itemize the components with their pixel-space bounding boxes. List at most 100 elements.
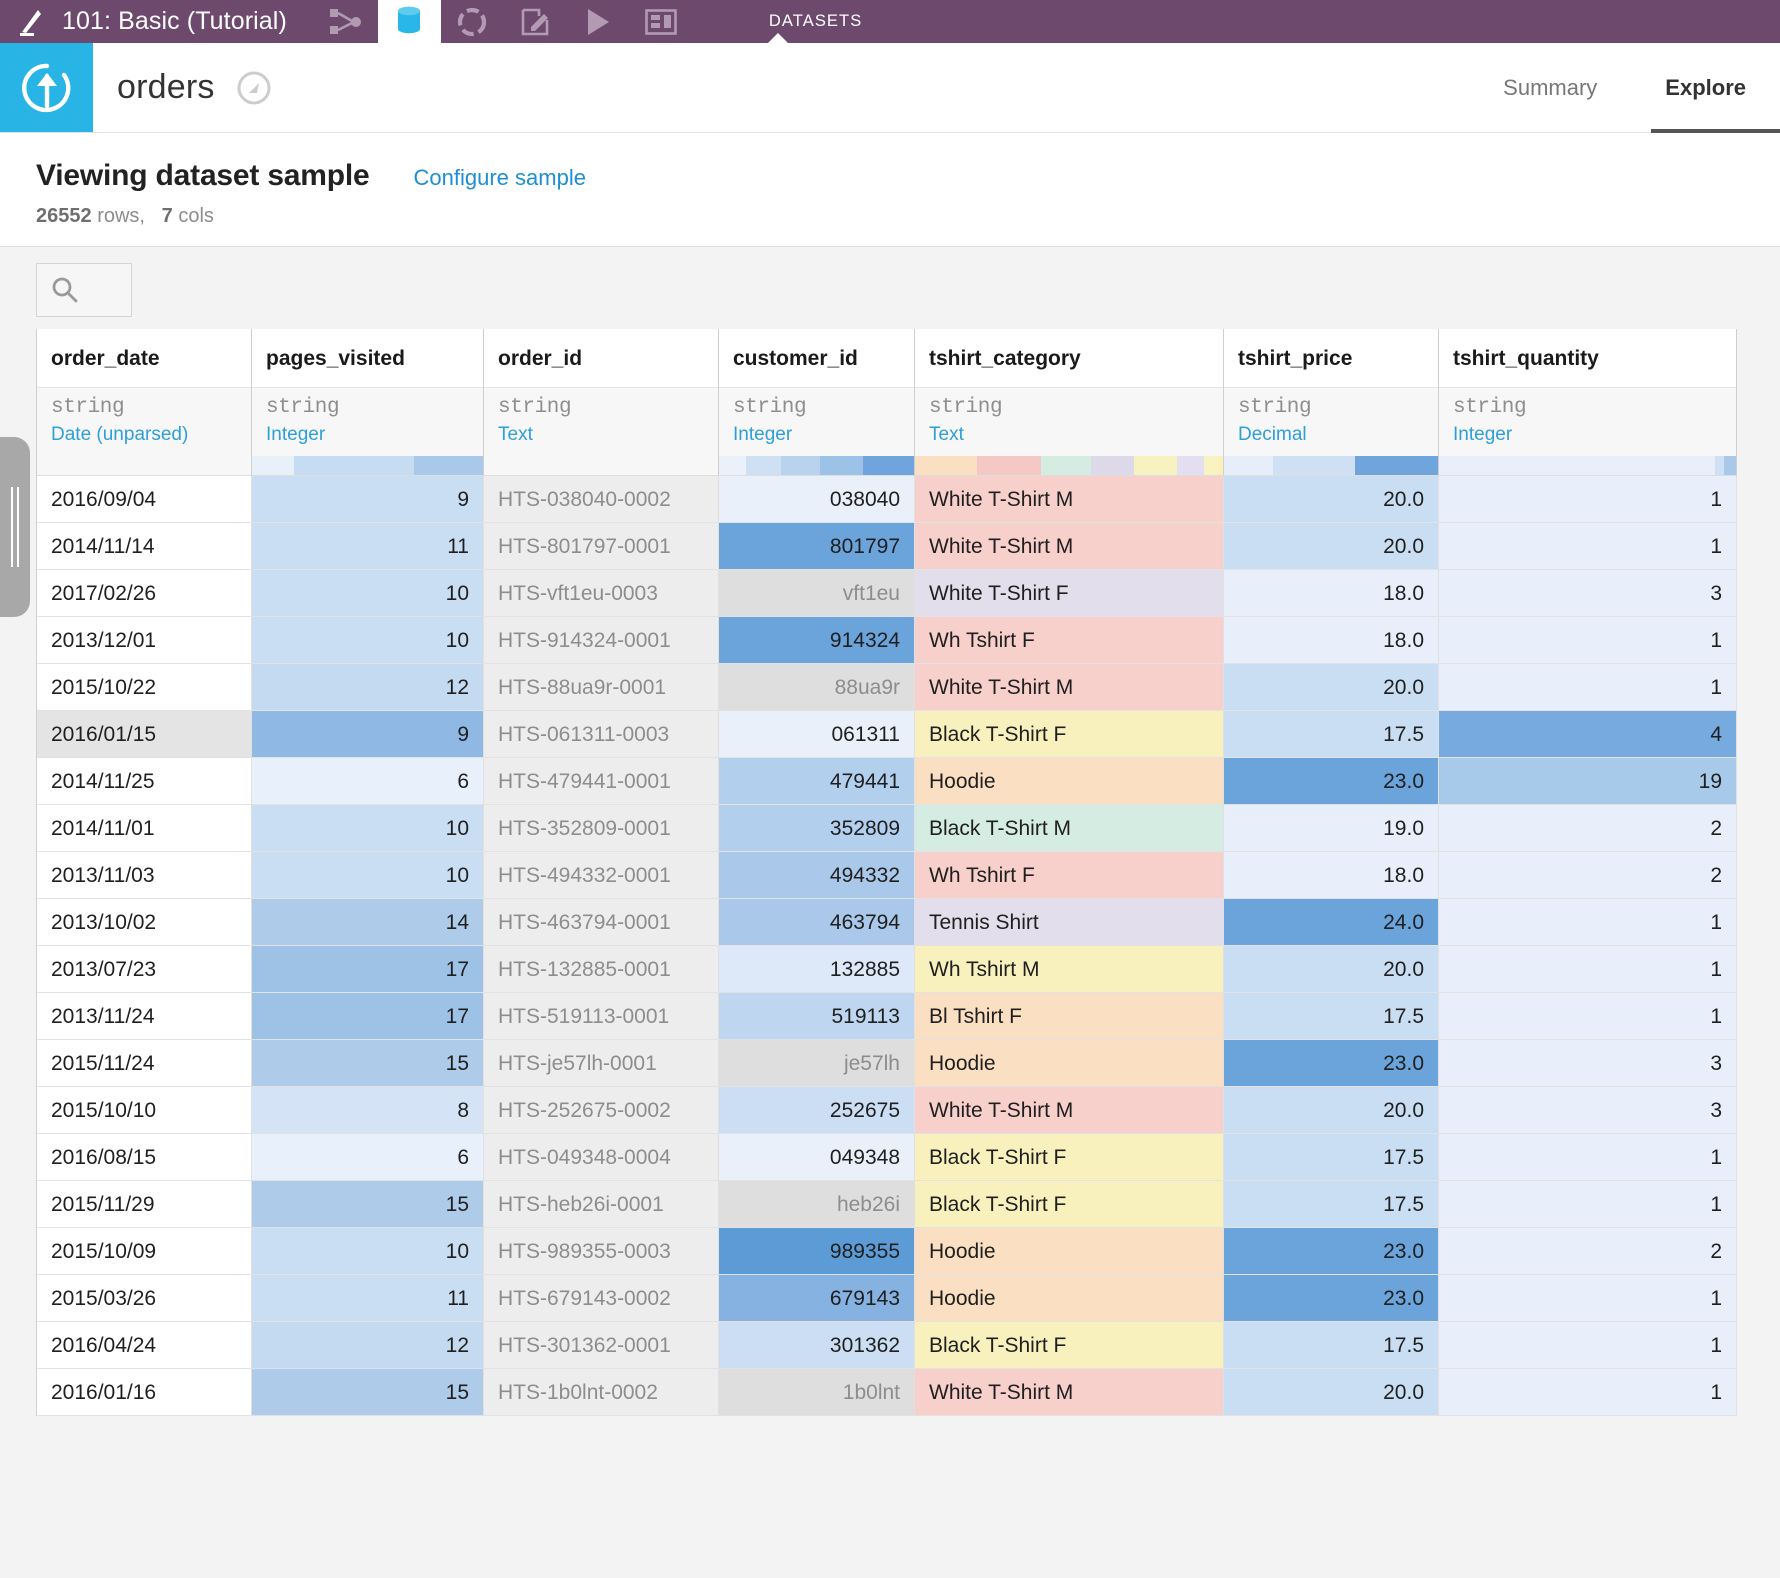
column-header-tshirt_quantity[interactable]: tshirt_quantity string Integer bbox=[1439, 329, 1737, 456]
cell-customer_id[interactable]: je57lh bbox=[719, 1040, 915, 1087]
cell-pages_visited[interactable]: 9 bbox=[252, 476, 484, 523]
table-row[interactable]: 2014/11/01 10 HTS-352809-0001 352809 Black T… bbox=[37, 805, 1742, 852]
cell-tshirt_category[interactable]: Black T-Shirt M bbox=[915, 805, 1224, 852]
cell-order_id[interactable]: HTS-679143-0002 bbox=[484, 1275, 719, 1322]
table-row[interactable]: 2016/04/24 12 HTS-301362-0001 301362 Black T… bbox=[37, 1322, 1742, 1369]
cell-tshirt_price[interactable]: 20.0 bbox=[1224, 1369, 1439, 1416]
cell-tshirt_quantity[interactable]: 1 bbox=[1439, 664, 1737, 711]
cell-pages_visited[interactable]: 15 bbox=[252, 1181, 484, 1228]
cell-tshirt_category[interactable]: White T-Shirt M bbox=[915, 523, 1224, 570]
column-header-order_id[interactable]: order_id string Text bbox=[484, 329, 719, 456]
column-meaning[interactable]: Integer bbox=[266, 424, 483, 446]
dataiku-logo-icon[interactable] bbox=[0, 0, 62, 43]
cell-tshirt_category[interactable]: White T-Shirt M bbox=[915, 1369, 1224, 1416]
cell-customer_id[interactable]: 801797 bbox=[719, 523, 915, 570]
column-meaning[interactable]: Integer bbox=[733, 424, 914, 446]
cell-order_id[interactable]: HTS-1b0lnt-0002 bbox=[484, 1369, 719, 1416]
project-name[interactable]: 101: Basic (Tutorial) bbox=[62, 0, 315, 43]
column-meaning[interactable]: Text bbox=[498, 424, 718, 446]
cell-tshirt_quantity[interactable]: 1 bbox=[1439, 1322, 1737, 1369]
cell-order_date[interactable]: 2015/11/29 bbox=[37, 1181, 252, 1228]
cell-order_id[interactable]: HTS-252675-0002 bbox=[484, 1087, 719, 1134]
cell-order_date[interactable]: 2015/10/22 bbox=[37, 664, 252, 711]
cell-customer_id[interactable]: 989355 bbox=[719, 1228, 915, 1275]
cell-order_date[interactable]: 2014/11/25 bbox=[37, 758, 252, 805]
cell-customer_id[interactable]: 061311 bbox=[719, 711, 915, 758]
cell-order_date[interactable]: 2013/07/23 bbox=[37, 946, 252, 993]
cell-tshirt_price[interactable]: 20.0 bbox=[1224, 523, 1439, 570]
cell-customer_id[interactable]: 049348 bbox=[719, 1134, 915, 1181]
cell-customer_id[interactable]: 914324 bbox=[719, 617, 915, 664]
column-header-order_date[interactable]: order_date string Date (unparsed) bbox=[37, 329, 252, 456]
cell-order_id[interactable]: HTS-519113-0001 bbox=[484, 993, 719, 1040]
cell-customer_id[interactable]: 88ua9r bbox=[719, 664, 915, 711]
play-triangle-icon[interactable] bbox=[567, 0, 630, 43]
search-input[interactable] bbox=[36, 263, 132, 317]
cell-tshirt_price[interactable]: 20.0 bbox=[1224, 664, 1439, 711]
cell-order_date[interactable]: 2013/11/03 bbox=[37, 852, 252, 899]
cell-order_date[interactable]: 2014/11/14 bbox=[37, 523, 252, 570]
table-row[interactable]: 2013/12/01 10 HTS-914324-0001 914324 Wh Tshi… bbox=[37, 617, 1742, 664]
table-row[interactable]: 2015/03/26 11 HTS-679143-0002 679143 Hoodie 2… bbox=[37, 1275, 1742, 1322]
cell-tshirt_category[interactable]: Hoodie bbox=[915, 1040, 1224, 1087]
cell-tshirt_price[interactable]: 17.5 bbox=[1224, 1322, 1439, 1369]
cell-tshirt_quantity[interactable]: 1 bbox=[1439, 1134, 1737, 1181]
cell-pages_visited[interactable]: 10 bbox=[252, 617, 484, 664]
cell-tshirt_quantity[interactable]: 1 bbox=[1439, 993, 1737, 1040]
cell-customer_id[interactable]: 463794 bbox=[719, 899, 915, 946]
upload-circle-arrow-icon[interactable] bbox=[0, 43, 93, 132]
table-row[interactable]: 2015/11/24 15 HTS-je57lh-0001 je57lh Hoodie 2… bbox=[37, 1040, 1742, 1087]
cell-tshirt_quantity[interactable]: 3 bbox=[1439, 1087, 1737, 1134]
cell-order_date[interactable]: 2015/03/26 bbox=[37, 1275, 252, 1322]
cell-tshirt_price[interactable]: 18.0 bbox=[1224, 852, 1439, 899]
cell-order_id[interactable]: HTS-479441-0001 bbox=[484, 758, 719, 805]
table-row[interactable]: 2014/11/14 11 HTS-801797-0001 801797 White T… bbox=[37, 523, 1742, 570]
table-row[interactable]: 2015/11/29 15 HTS-heb26i-0001 heb26i Black T… bbox=[37, 1181, 1742, 1228]
cell-order_date[interactable]: 2016/04/24 bbox=[37, 1322, 252, 1369]
cell-tshirt_category[interactable]: Hoodie bbox=[915, 1228, 1224, 1275]
cell-customer_id[interactable]: vft1eu bbox=[719, 570, 915, 617]
column-meaning[interactable]: Text bbox=[929, 424, 1223, 446]
cell-tshirt_category[interactable]: Bl Tshirt F bbox=[915, 993, 1224, 1040]
cell-tshirt_category[interactable]: White T-Shirt M bbox=[915, 664, 1224, 711]
cell-tshirt_category[interactable]: Black T-Shirt F bbox=[915, 1134, 1224, 1181]
cell-customer_id[interactable]: 301362 bbox=[719, 1322, 915, 1369]
cell-customer_id[interactable]: 519113 bbox=[719, 993, 915, 1040]
cell-tshirt_quantity[interactable]: 1 bbox=[1439, 1369, 1737, 1416]
cell-order_date[interactable]: 2015/11/24 bbox=[37, 1040, 252, 1087]
cell-tshirt_price[interactable]: 24.0 bbox=[1224, 899, 1439, 946]
cell-pages_visited[interactable]: 14 bbox=[252, 899, 484, 946]
cell-pages_visited[interactable]: 11 bbox=[252, 1275, 484, 1322]
cell-customer_id[interactable]: heb26i bbox=[719, 1181, 915, 1228]
cell-pages_visited[interactable]: 17 bbox=[252, 946, 484, 993]
cell-order_id[interactable]: HTS-88ua9r-0001 bbox=[484, 664, 719, 711]
cell-tshirt_category[interactable]: Wh Tshirt F bbox=[915, 852, 1224, 899]
cell-tshirt_price[interactable]: 23.0 bbox=[1224, 758, 1439, 805]
cell-order_id[interactable]: HTS-989355-0003 bbox=[484, 1228, 719, 1275]
cell-pages_visited[interactable]: 17 bbox=[252, 993, 484, 1040]
flow-branch-icon[interactable] bbox=[315, 0, 378, 43]
table-row[interactable]: 2014/11/25 6 HTS-479441-0001 479441 Hoodie 23… bbox=[37, 758, 1742, 805]
cell-tshirt_category[interactable]: White T-Shirt M bbox=[915, 1087, 1224, 1134]
cell-customer_id[interactable]: 1b0lnt bbox=[719, 1369, 915, 1416]
cell-pages_visited[interactable]: 10 bbox=[252, 852, 484, 899]
column-header-tshirt_category[interactable]: tshirt_category string Text bbox=[915, 329, 1224, 456]
cell-tshirt_quantity[interactable]: 2 bbox=[1439, 805, 1737, 852]
cell-tshirt_category[interactable]: White T-Shirt F bbox=[915, 570, 1224, 617]
column-meaning[interactable]: Integer bbox=[1453, 424, 1736, 446]
cell-order_id[interactable]: HTS-301362-0001 bbox=[484, 1322, 719, 1369]
cell-tshirt_quantity[interactable]: 1 bbox=[1439, 1275, 1737, 1322]
table-row[interactable]: 2016/09/04 9 HTS-038040-0002 038040 White T-… bbox=[37, 476, 1742, 523]
column-meaning[interactable]: Date (unparsed) bbox=[51, 424, 251, 446]
column-header-pages_visited[interactable]: pages_visited string Integer bbox=[252, 329, 484, 456]
cell-order_id[interactable]: HTS-494332-0001 bbox=[484, 852, 719, 899]
table-row[interactable]: 2017/02/26 10 HTS-vft1eu-0003 vft1eu White T… bbox=[37, 570, 1742, 617]
column-meaning[interactable]: Decimal bbox=[1238, 424, 1438, 446]
cell-pages_visited[interactable]: 15 bbox=[252, 1040, 484, 1087]
cell-order_date[interactable]: 2016/08/15 bbox=[37, 1134, 252, 1181]
cell-tshirt_category[interactable]: White T-Shirt M bbox=[915, 476, 1224, 523]
cell-order_id[interactable]: HTS-914324-0001 bbox=[484, 617, 719, 664]
table-row[interactable]: 2015/10/09 10 HTS-989355-0003 989355 Hoodie 2… bbox=[37, 1228, 1742, 1275]
cell-order_date[interactable]: 2013/10/02 bbox=[37, 899, 252, 946]
cell-pages_visited[interactable]: 9 bbox=[252, 711, 484, 758]
